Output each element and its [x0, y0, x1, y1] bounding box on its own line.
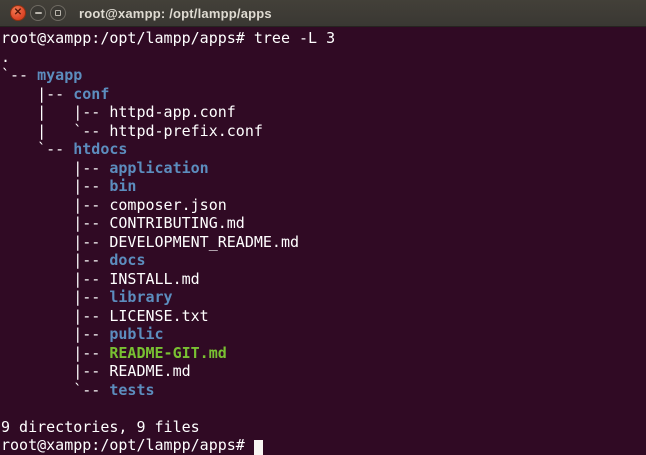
terminal-line: |-- bin: [1, 177, 646, 196]
terminal-line: |-- README.md: [1, 362, 646, 381]
terminal-line: |-- conf: [1, 85, 646, 104]
terminal-output: root@xampp:/opt/lampp/apps# tree -L 3.`-…: [1, 29, 646, 455]
terminal-line: `-- htdocs: [1, 140, 646, 159]
maximize-button[interactable]: [50, 5, 66, 21]
terminal-line: | `-- httpd-prefix.conf: [1, 122, 646, 141]
terminal-line: root@xampp:/opt/lampp/apps#: [1, 436, 646, 455]
close-icon: ✕: [14, 8, 22, 18]
terminal-line: |-- DEVELOPMENT_README.md: [1, 233, 646, 252]
terminal-line: `-- tests: [1, 381, 646, 400]
terminal-line: |-- README-GIT.md: [1, 344, 646, 363]
window-controls: ✕: [10, 5, 66, 21]
terminal-line: .: [1, 48, 646, 67]
terminal-line: |-- docs: [1, 251, 646, 270]
terminal-line: root@xampp:/opt/lampp/apps# tree -L 3: [1, 29, 646, 48]
terminal-line: |-- CONTRIBUTING.md: [1, 214, 646, 233]
terminal-line: |-- public: [1, 325, 646, 344]
terminal-cursor: [254, 440, 263, 455]
window-title: root@xampp: /opt/lampp/apps: [79, 6, 272, 21]
terminal-line: |-- composer.json: [1, 196, 646, 215]
terminal-line: |-- INSTALL.md: [1, 270, 646, 289]
terminal-line: 9 directories, 9 files: [1, 418, 646, 437]
terminal-screen[interactable]: root@xampp:/opt/lampp/apps# tree -L 3.`-…: [0, 27, 646, 455]
minimize-button[interactable]: [30, 5, 46, 21]
terminal-line: [1, 399, 646, 418]
titlebar[interactable]: ✕ root@xampp: /opt/lampp/apps: [0, 0, 646, 27]
terminal-line: |-- library: [1, 288, 646, 307]
maximize-icon: [55, 10, 61, 16]
terminal-window: ✕ root@xampp: /opt/lampp/apps root@xampp…: [0, 0, 646, 455]
close-button[interactable]: ✕: [10, 5, 26, 21]
minimize-icon: [35, 12, 42, 14]
terminal-line: | |-- httpd-app.conf: [1, 103, 646, 122]
terminal-line: |-- LICENSE.txt: [1, 307, 646, 326]
terminal-line: `-- myapp: [1, 66, 646, 85]
terminal-line: |-- application: [1, 159, 646, 178]
